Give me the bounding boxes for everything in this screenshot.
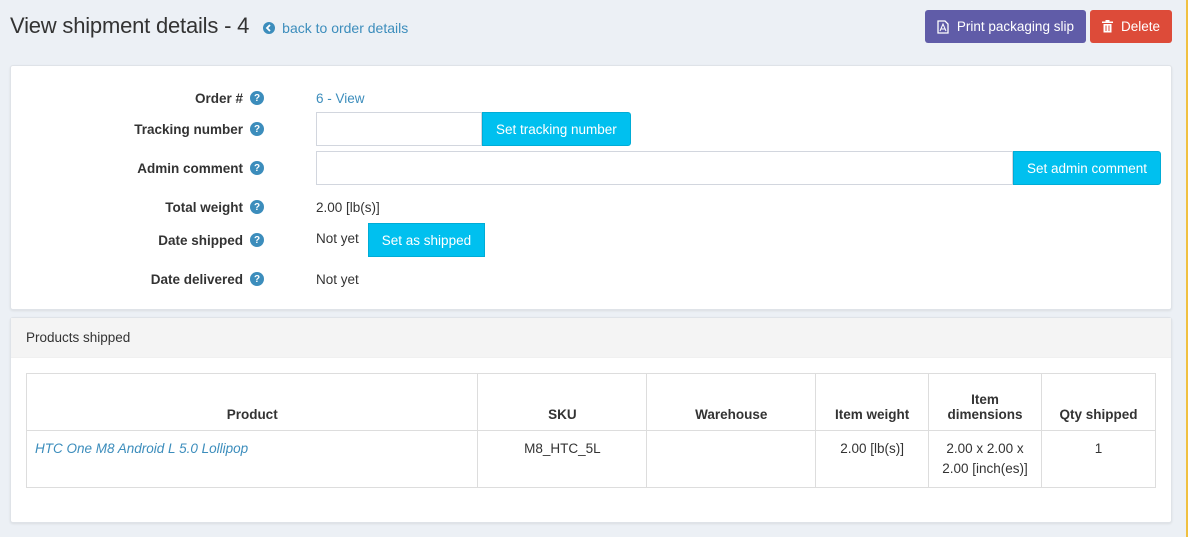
total-weight-value: 2.00 [lb(s)] [316,199,380,215]
tracking-label: Tracking number ? [134,122,264,137]
date-shipped-value: Not yet [316,231,359,246]
table-header-row: Product SKU Warehouse Item weight Item d… [25,373,1156,431]
print-button-label: Print packaging slip [956,19,1074,34]
page-header: View shipment details - 4 back to order … [10,8,1172,44]
date-delivered-value: Not yet [316,271,359,287]
arrow-circle-left-icon [263,21,276,34]
help-icon[interactable]: ? [250,233,264,247]
admin-comment-label: Admin comment ? [137,161,264,176]
table-row: HTC One M8 Android L 5.0 Lollipop M8_HTC… [25,430,1156,488]
back-to-order-link[interactable]: back to order details [263,20,408,36]
column-item-weight: Item weight [815,373,930,431]
set-as-shipped-button[interactable]: Set as shipped [367,223,486,257]
help-icon[interactable]: ? [250,272,264,286]
column-product: Product [25,373,479,431]
help-icon[interactable]: ? [250,200,264,214]
sku-cell: M8_HTC_5L [477,430,648,488]
product-link[interactable]: HTC One M8 Android L 5.0 Lollipop [35,441,248,456]
set-tracking-number-button[interactable]: Set tracking number [482,112,631,146]
product-cell: HTC One M8 Android L 5.0 Lollipop [25,430,479,488]
page-title: View shipment details - 4 [10,13,250,38]
print-packaging-slip-button[interactable]: Print packaging slip [924,10,1086,43]
column-item-dimensions: Item dimensions [928,373,1043,431]
date-delivered-label: Date delivered ? [151,272,264,287]
help-icon[interactable]: ? [250,122,264,136]
help-icon[interactable]: ? [250,91,264,105]
qty-shipped-cell: 1 [1041,430,1156,488]
order-row: Order # ? 6 - View [11,88,1171,108]
tracking-row: Tracking number ? Set tracking number [11,112,1171,146]
header-actions: Print packaging slip Delete [924,10,1172,43]
back-link-label: back to order details [282,19,409,36]
date-delivered-row: Date delivered ? Not yet [11,269,1171,289]
total-weight-label: Total weight ? [165,200,264,215]
set-admin-comment-button[interactable]: Set admin comment [1013,151,1162,185]
products-table: Product SKU Warehouse Item weight Item d… [25,373,1156,488]
order-view-link[interactable]: 6 - View [316,91,365,106]
admin-comment-input[interactable] [316,151,1013,185]
file-pdf-icon [937,19,949,34]
products-panel-heading: Products shipped [11,318,1171,358]
shipment-info-panel: Order # ? 6 - View Tracking number ? Set… [10,65,1172,310]
item-weight-cell: 2.00 [lb(s)] [815,430,930,488]
help-icon[interactable]: ? [250,161,264,175]
date-shipped-row: Date shipped ? Not yet Set as shipped [11,223,1171,257]
order-label: Order # ? [195,91,264,106]
item-dimensions-cell: 2.00 x 2.00 x 2.00 [inch(es)] [928,430,1043,488]
delete-button[interactable]: Delete [1089,10,1172,43]
column-warehouse: Warehouse [646,373,817,431]
products-shipped-panel: Products shipped Product SKU Warehouse I… [10,317,1172,523]
column-qty-shipped: Qty shipped [1041,373,1156,431]
warehouse-cell [646,430,817,488]
column-sku: SKU [477,373,648,431]
total-weight-row: Total weight ? 2.00 [lb(s)] [11,197,1171,217]
date-shipped-label: Date shipped ? [158,233,264,248]
tracking-number-input[interactable] [316,112,482,146]
admin-comment-row: Admin comment ? Set admin comment [11,151,1171,185]
delete-button-label: Delete [1120,19,1160,34]
trash-icon [1101,20,1113,33]
